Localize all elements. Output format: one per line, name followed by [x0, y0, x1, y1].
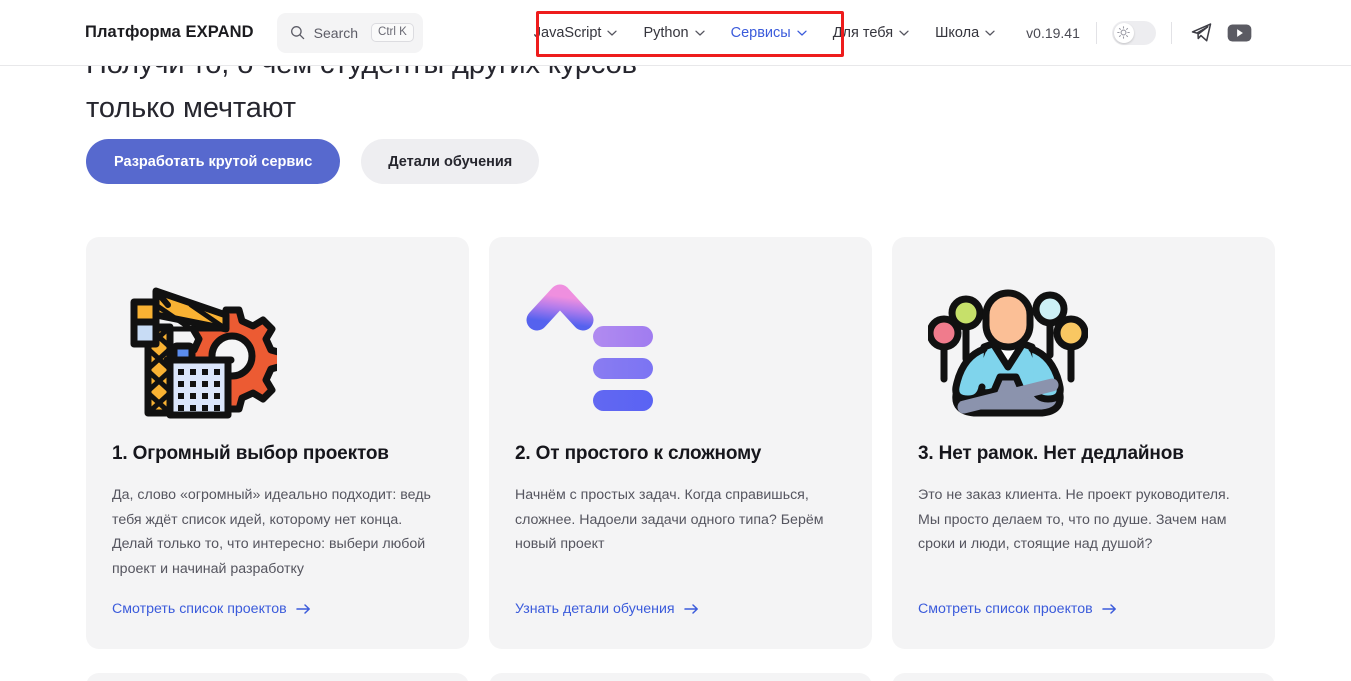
nav-item-dlya-tebya[interactable]: Для тебя	[820, 17, 922, 49]
page-root: Получи то, о чём студенты других курсов …	[0, 0, 1351, 681]
construction-crane-gear-building-icon	[112, 263, 443, 441]
chevron-down-icon	[797, 30, 807, 36]
chevron-down-icon	[985, 30, 995, 36]
feature-card[interactable]	[86, 673, 469, 681]
version-label: v0.19.41	[1026, 24, 1080, 41]
search-icon	[290, 26, 304, 40]
nav-label: Python	[643, 24, 689, 41]
feature-cards: 1. Огромный выбор проектов Да, слово «ог…	[86, 237, 1275, 649]
card-description: Да, слово «огромный» идеально подходит: …	[112, 487, 431, 577]
sun-icon	[1117, 26, 1131, 39]
card-title: 1. Огромный выбор проектов	[112, 443, 389, 464]
search-placeholder: Search	[313, 24, 359, 41]
feature-card[interactable]	[489, 673, 872, 681]
search-shortcut-badge: Ctrl K	[371, 22, 414, 43]
nav-label: Для тебя	[832, 24, 894, 41]
social-links	[1190, 21, 1252, 44]
feature-card[interactable]	[892, 673, 1275, 681]
nav-item-javascript[interactable]: JavaScript	[521, 17, 631, 49]
card-title: 2. От простого к сложному	[515, 443, 762, 464]
main-nav: JavaScript Python Сервисы Для тебя Школа	[521, 17, 1008, 49]
card-link-label: Смотреть список проектов	[918, 601, 1093, 617]
search-input[interactable]: Search Ctrl K	[276, 12, 423, 53]
card-link[interactable]: Узнать детали обучения	[515, 601, 846, 617]
site-header: Платформа EXPAND Search Ctrl K JavaScrip…	[0, 0, 1351, 66]
card-link[interactable]: Смотреть список проектов	[112, 601, 443, 617]
nav-label: Сервисы	[730, 24, 791, 41]
arrow-right-icon	[1101, 604, 1116, 614]
training-details-button[interactable]: Детали обучения	[361, 139, 540, 184]
toggle-knob	[1113, 22, 1134, 43]
nav-item-shkola[interactable]: Школа	[922, 17, 1008, 49]
feature-card[interactable]: 1. Огромный выбор проектов Да, слово «ог…	[86, 237, 469, 649]
arrow-right-icon	[295, 604, 310, 614]
telegram-icon[interactable]	[1190, 21, 1213, 44]
feature-card[interactable]: 3. Нет рамок. Нет дедлайнов Это не заказ…	[892, 237, 1275, 649]
brand-logo[interactable]: Платформа EXPAND	[85, 23, 254, 42]
nav-item-servisy[interactable]: Сервисы	[718, 17, 820, 49]
upward-arrow-bars-icon	[515, 263, 846, 441]
card-description: Начнём с простых задач. Когда справишься…	[515, 487, 824, 552]
nav-item-python[interactable]: Python	[630, 17, 717, 49]
card-title: 3. Нет рамок. Нет дедлайнов	[918, 443, 1184, 464]
nav-label: Школа	[935, 24, 980, 41]
theme-toggle[interactable]	[1111, 20, 1156, 45]
feature-card[interactable]: 2. От простого к сложному Начнём с прост…	[489, 237, 872, 649]
hero-actions: Разработать крутой сервис Детали обучени…	[86, 139, 540, 184]
divider	[1170, 21, 1172, 44]
chevron-down-icon	[899, 30, 909, 36]
nav-label: JavaScript	[533, 24, 602, 41]
arrow-right-icon	[683, 604, 698, 614]
card-link-label: Смотреть список проектов	[112, 601, 287, 617]
header-right: v0.19.41	[1022, 20, 1252, 45]
card-link[interactable]: Смотреть список проектов	[918, 601, 1249, 617]
card-link-label: Узнать детали обучения	[515, 601, 675, 617]
meditating-person-icon	[918, 263, 1249, 441]
chevron-down-icon	[694, 30, 705, 36]
feature-cards-next-row	[86, 673, 1275, 681]
develop-service-button[interactable]: Разработать крутой сервис	[86, 139, 341, 184]
card-description: Это не заказ клиента. Не проект руководи…	[918, 487, 1230, 552]
divider	[1095, 21, 1097, 44]
chevron-down-icon	[607, 30, 618, 36]
youtube-icon[interactable]	[1227, 23, 1252, 42]
